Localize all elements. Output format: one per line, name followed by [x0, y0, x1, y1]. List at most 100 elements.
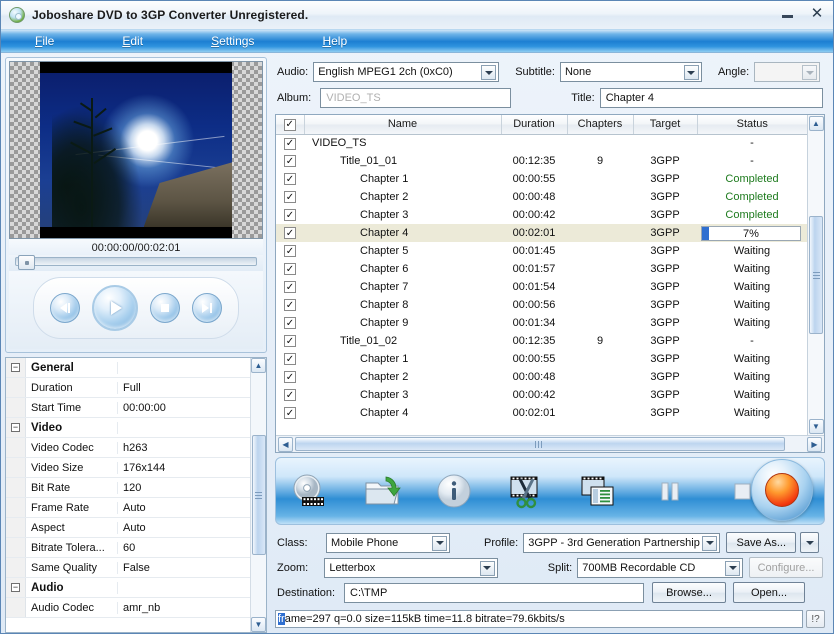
album-field[interactable]: VIDEO_TS	[320, 88, 512, 108]
table-row[interactable]: ✓ Chapter 6 00:01:57 3GPP Waiting	[276, 260, 807, 278]
column-header-duration[interactable]: Duration	[501, 115, 568, 135]
row-checkbox-cell[interactable]: ✓	[276, 188, 304, 206]
property-category-row[interactable]: − Audio	[6, 578, 250, 598]
video-preview[interactable]	[9, 61, 263, 239]
row-checkbox-cell[interactable]: ✓	[276, 368, 304, 386]
property-value[interactable]: 176x144	[118, 462, 250, 474]
scroll-down-icon[interactable]: ▼	[808, 419, 824, 434]
column-header-target[interactable]: Target	[633, 115, 698, 135]
row-checkbox[interactable]: ✓	[284, 137, 296, 150]
property-value[interactable]: False	[118, 562, 250, 574]
property-grid-scrollbar[interactable]: ▲ ▼	[250, 358, 266, 632]
property-value[interactable]: Auto	[118, 502, 250, 514]
row-checkbox-cell[interactable]: ✓	[276, 224, 304, 242]
property-row[interactable]: Video Codec h263	[6, 438, 250, 458]
subtitle-select[interactable]: None	[559, 62, 702, 82]
table-row[interactable]: ✓ Title_01_02 00:12:35 9 3GPP -	[276, 332, 807, 350]
save-as-button[interactable]: Save As...	[726, 532, 797, 553]
chevron-down-icon[interactable]	[702, 535, 718, 551]
table-row[interactable]: ✓ Chapter 4 00:02:01 3GPP 7%	[276, 224, 807, 242]
row-checkbox-cell[interactable]: ✓	[276, 170, 304, 188]
row-checkbox[interactable]: ✓	[284, 371, 296, 384]
table-row[interactable]: ✓ Chapter 1 00:00:55 3GPP Waiting	[276, 350, 807, 368]
menu-item-edit[interactable]: Edit	[114, 34, 151, 48]
table-row[interactable]: ✓ Chapter 4 00:02:01 3GPP Waiting	[276, 404, 807, 422]
load-dvd-icon[interactable]	[290, 471, 330, 511]
property-value[interactable]: 120	[118, 482, 250, 494]
profile-select[interactable]: 3GPP - 3rd Generation Partnership	[523, 532, 721, 553]
seek-slider-thumb[interactable]	[18, 255, 35, 270]
row-checkbox[interactable]: ✓	[284, 209, 296, 222]
table-horizontal-scrollbar[interactable]: ◀ ▶	[276, 435, 824, 452]
table-row[interactable]: ✓ Chapter 7 00:01:54 3GPP Waiting	[276, 278, 807, 296]
scroll-right-icon[interactable]: ▶	[807, 436, 822, 452]
collapse-icon[interactable]: −	[6, 358, 26, 377]
info-icon[interactable]	[434, 471, 474, 511]
property-value[interactable]: Full	[118, 382, 250, 394]
save-as-dropdown-button[interactable]	[800, 532, 820, 553]
trim-scissors-icon[interactable]	[506, 471, 546, 511]
pause-icon[interactable]	[650, 471, 690, 511]
row-checkbox[interactable]: ✓	[284, 389, 296, 402]
minimize-button[interactable]	[777, 3, 797, 23]
menu-item-file[interactable]: File	[27, 34, 62, 48]
row-checkbox[interactable]: ✓	[284, 353, 296, 366]
row-checkbox[interactable]: ✓	[284, 191, 296, 204]
property-row[interactable]: Same Quality False	[6, 558, 250, 578]
angle-select[interactable]	[754, 62, 821, 82]
chevron-down-icon[interactable]	[725, 560, 740, 576]
property-value[interactable]: 00:00:00	[118, 402, 250, 414]
table-scroll-thumb[interactable]	[809, 216, 823, 334]
scroll-up-icon[interactable]: ▲	[808, 116, 824, 131]
property-value[interactable]: 60	[118, 542, 250, 554]
property-category-row[interactable]: − Video	[6, 418, 250, 438]
row-checkbox[interactable]: ✓	[284, 155, 296, 168]
property-value[interactable]: h263	[118, 442, 250, 454]
row-checkbox[interactable]: ✓	[284, 263, 296, 276]
class-select[interactable]: Mobile Phone	[326, 532, 450, 553]
row-checkbox-cell[interactable]: ✓	[276, 278, 304, 296]
property-scroll-thumb[interactable]	[251, 435, 266, 555]
table-row[interactable]: ✓ Chapter 2 00:00:48 3GPP Waiting	[276, 368, 807, 386]
row-checkbox[interactable]: ✓	[284, 245, 296, 258]
property-row[interactable]: Video Size 176x144	[6, 458, 250, 478]
start-encode-button[interactable]	[748, 456, 816, 524]
property-value[interactable]: amr_nb	[118, 602, 250, 614]
table-row[interactable]: ✓ Chapter 5 00:01:45 3GPP Waiting	[276, 242, 807, 260]
property-row[interactable]: Bit Rate 120	[6, 478, 250, 498]
property-row[interactable]: Duration Full	[6, 378, 250, 398]
configure-button[interactable]: Configure...	[749, 557, 823, 578]
table-row[interactable]: ✓ Chapter 8 00:00:56 3GPP Waiting	[276, 296, 807, 314]
property-row[interactable]: Frame Rate Auto	[6, 498, 250, 518]
chevron-down-icon[interactable]	[802, 65, 818, 80]
row-checkbox-cell[interactable]: ✓	[276, 152, 304, 170]
h-scroll-track[interactable]	[295, 437, 805, 451]
table-row[interactable]: ✓ Chapter 9 00:01:34 3GPP Waiting	[276, 314, 807, 332]
property-category-row[interactable]: − General	[6, 358, 250, 378]
row-checkbox-cell[interactable]: ✓	[276, 386, 304, 404]
row-checkbox-cell[interactable]: ✓	[276, 260, 304, 278]
row-checkbox-cell[interactable]: ✓	[276, 242, 304, 260]
row-checkbox-cell[interactable]: ✓	[276, 350, 304, 368]
h-scroll-thumb[interactable]	[295, 437, 785, 451]
column-header-chapters[interactable]: Chapters	[567, 115, 634, 135]
row-checkbox[interactable]: ✓	[284, 173, 296, 186]
seek-slider[interactable]	[15, 255, 257, 270]
property-row[interactable]: Aspect Auto	[6, 518, 250, 538]
stop-button[interactable]	[150, 293, 180, 323]
open-folder-icon[interactable]	[362, 471, 402, 511]
menu-item-help[interactable]: Help	[314, 34, 355, 48]
chevron-down-icon[interactable]	[481, 65, 497, 80]
row-checkbox-cell[interactable]: ✓	[276, 206, 304, 224]
table-vertical-scrollbar[interactable]: ▲ ▼	[807, 115, 824, 435]
chevron-down-icon[interactable]	[479, 560, 495, 576]
browse-button[interactable]: Browse...	[652, 582, 726, 603]
collapse-icon[interactable]: −	[6, 578, 26, 597]
close-button[interactable]: ✕	[807, 3, 827, 23]
row-checkbox[interactable]: ✓	[284, 299, 296, 312]
scroll-down-icon[interactable]: ▼	[251, 617, 266, 632]
help-info-button[interactable]: !?	[806, 610, 825, 628]
next-button[interactable]	[192, 293, 222, 323]
property-row[interactable]: Bitrate Tolera... 60	[6, 538, 250, 558]
property-value[interactable]: Auto	[118, 522, 250, 534]
